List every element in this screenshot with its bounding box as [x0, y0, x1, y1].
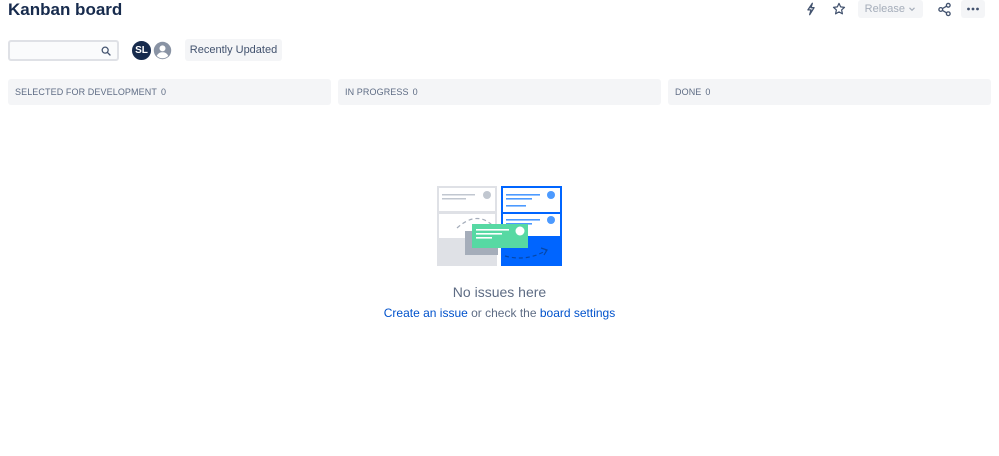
create-issue-link[interactable]: Create an issue: [384, 306, 468, 320]
column-count: 0: [160, 87, 167, 97]
star-icon: [832, 2, 845, 15]
column-header-selected-for-development: SELECTED FOR DEVELOPMENT 0: [8, 79, 331, 105]
column-header-done: DONE 0: [668, 79, 991, 105]
column-name: DONE: [675, 87, 702, 97]
lightning-icon: [806, 2, 815, 16]
empty-state-title: No issues here: [452, 284, 547, 300]
star-button[interactable]: [826, 0, 852, 18]
more-icon: [967, 7, 979, 11]
more-actions-button[interactable]: [961, 0, 985, 18]
search-icon: [98, 43, 114, 59]
share-icon: [937, 2, 951, 16]
empty-state-middle-text: or check the: [467, 306, 540, 320]
search-input[interactable]: [10, 42, 98, 59]
board-settings-link[interactable]: board settings: [540, 306, 615, 320]
search-field[interactable]: [8, 40, 119, 61]
automation-button[interactable]: [798, 0, 824, 18]
avatar-initials: SL: [135, 45, 148, 56]
user-avatar-sl[interactable]: SL: [130, 39, 153, 62]
user-avatar-default[interactable]: [151, 39, 174, 62]
board-toolbar: Release: [796, 0, 985, 18]
column-count: 0: [705, 87, 711, 97]
chevron-down-icon: [909, 7, 915, 12]
release-button[interactable]: Release: [857, 0, 923, 18]
column-count: 0: [412, 87, 418, 97]
column-header-in-progress: IN PROGRESS 0: [338, 79, 661, 105]
release-label: Release: [864, 3, 905, 15]
column-name: IN PROGRESS: [345, 87, 409, 97]
empty-state-message: Create an issue or check the board setti…: [0, 305, 999, 321]
page-title: Kanban board: [8, 0, 123, 19]
column-name: SELECTED FOR DEVELOPMENT: [15, 87, 157, 97]
user-icon: [153, 41, 172, 60]
kanban-board-page: Kanban board Release SL Recently Updated…: [0, 0, 999, 456]
share-button[interactable]: [931, 0, 957, 18]
empty-board-illustration: [437, 186, 562, 266]
recently-updated-button[interactable]: Recently Updated: [185, 39, 282, 61]
